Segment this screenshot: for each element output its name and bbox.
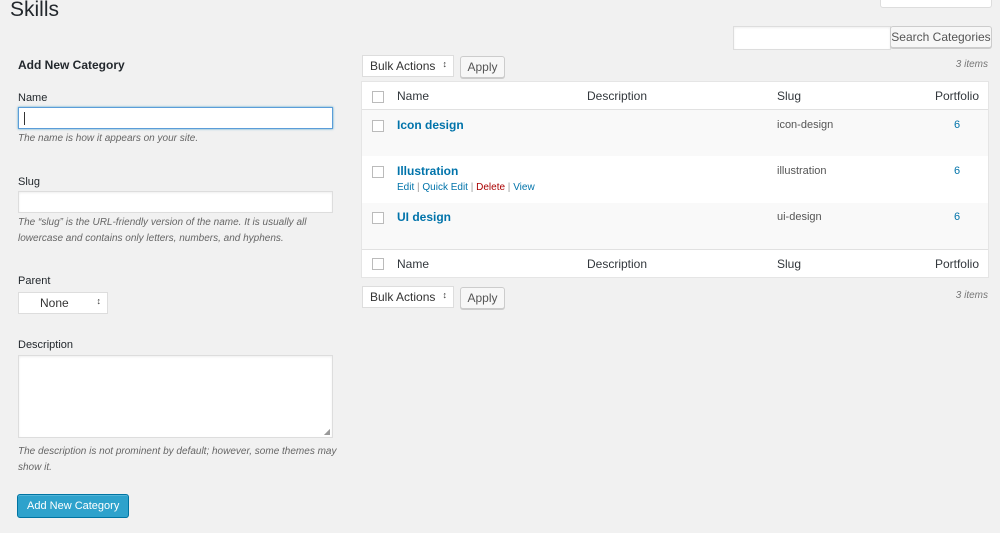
column-footer-slug[interactable]: Slug [777,257,801,271]
name-hint: The name is how it appears on your site. [18,133,199,144]
category-count-link[interactable]: 6 [954,165,960,177]
column-footer-portfolio[interactable]: Portfolio [935,257,979,271]
column-footer-name[interactable]: Name [397,257,429,271]
column-header-portfolio[interactable]: Portfolio [935,89,979,103]
form-title: Add New Category [18,58,125,72]
parent-label: Parent [18,275,51,287]
table-row [362,110,988,156]
quick-edit-link[interactable]: Quick Edit [422,182,468,193]
description-field[interactable]: ◢ [18,355,333,438]
delete-link[interactable]: Delete [476,182,505,193]
apply-button-bottom[interactable]: Apply [460,287,505,309]
row-checkbox[interactable] [372,212,384,224]
parent-selected-value: None [40,296,69,310]
edit-link[interactable]: Edit [397,182,414,193]
row-actions: Edit | Quick Edit | Delete | View [397,182,535,193]
table-row [362,203,988,249]
row-checkbox[interactable] [372,120,384,132]
column-footer-description[interactable]: Description [587,257,647,271]
slug-label: Slug [18,176,41,188]
apply-button-top[interactable]: Apply [460,56,505,78]
text-caret [24,112,25,125]
bulk-actions-select-top[interactable]: Bulk Actions ↕ [362,55,454,77]
column-header-name[interactable]: Name [397,89,429,103]
view-link[interactable]: View [513,182,535,193]
items-count-top: 3 items [955,59,988,70]
slug-hint: The “slug” is the URL-friendly version o… [18,217,307,244]
resize-grip-icon[interactable]: ◢ [324,427,330,436]
bulk-actions-label: Bulk Actions [370,290,436,304]
search-input[interactable] [733,26,891,50]
screen-options-tab[interactable] [880,0,992,8]
footer-divider [362,249,988,250]
category-count-link[interactable]: 6 [954,119,960,131]
category-name-link[interactable]: UI design [397,210,451,224]
parent-select[interactable]: None ↕ [18,292,108,314]
row-checkbox[interactable] [372,166,384,178]
select-all-checkbox-footer[interactable] [372,258,384,270]
description-hint: The description is not prominent by defa… [18,446,337,473]
name-field[interactable] [18,107,333,129]
description-label: Description [18,339,74,351]
add-new-category-button[interactable]: Add New Category [17,494,130,518]
category-name-link[interactable]: Icon design [397,118,464,132]
category-name-link[interactable]: Illustration [397,164,458,178]
page-title: Skills [10,0,60,21]
bulk-actions-select-bottom[interactable]: Bulk Actions ↕ [362,286,454,308]
items-count-bottom: 3 items [955,290,988,301]
categories-table: Name Description Slug Portfolio Icon des… [361,81,989,278]
search-categories-button[interactable]: Search Categories [890,26,992,48]
bulk-actions-label: Bulk Actions [370,59,436,73]
select-arrows-icon: ↕ [442,59,448,69]
name-label: Name [18,92,48,104]
category-slug: ui-design [777,211,822,223]
category-slug: icon-design [777,119,834,131]
slug-field[interactable] [18,191,333,213]
category-slug: illustration [777,165,827,177]
select-arrows-icon: ↕ [442,290,448,300]
select-all-checkbox[interactable] [372,91,384,103]
category-count-link[interactable]: 6 [954,211,960,223]
column-header-description[interactable]: Description [587,89,647,103]
select-arrows-icon: ↕ [96,296,102,306]
column-header-slug[interactable]: Slug [777,89,801,103]
